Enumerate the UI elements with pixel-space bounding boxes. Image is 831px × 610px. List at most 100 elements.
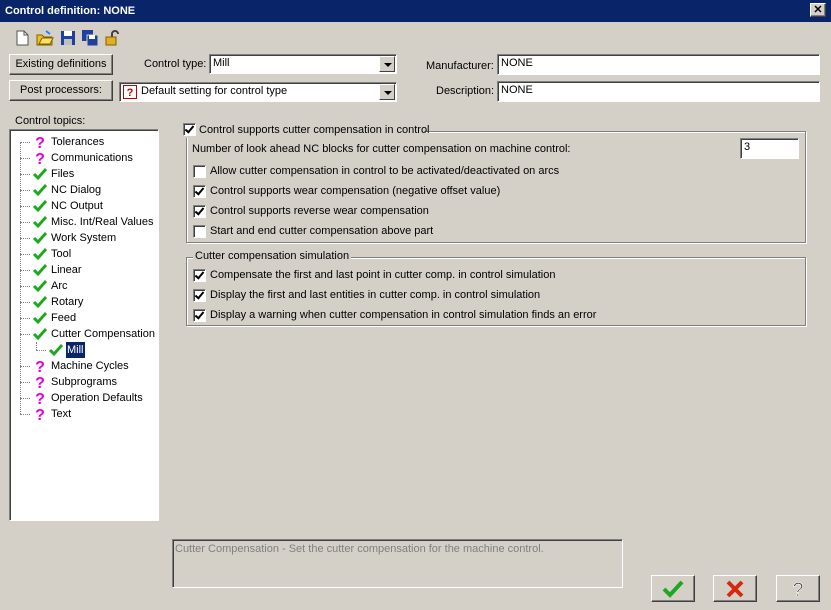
control-type-label: Control type: xyxy=(144,58,207,70)
cancel-button[interactable] xyxy=(713,575,757,602)
lookahead-input[interactable]: 3 xyxy=(740,138,799,159)
option-checkbox[interactable] xyxy=(193,309,206,322)
tree-item-label: NC Output xyxy=(51,200,103,212)
tree-item-label: Cutter Compensation xyxy=(51,328,155,340)
option-checkbox[interactable] xyxy=(193,269,206,282)
check-icon xyxy=(32,326,48,342)
check-icon xyxy=(32,278,48,294)
checkbox-row[interactable]: Control supports wear compensation (nega… xyxy=(192,184,782,200)
simulation-options: Compensate the first and last point in c… xyxy=(192,268,792,328)
svg-text:?: ? xyxy=(35,407,45,422)
option-label: Start and end cutter compensation above … xyxy=(210,225,434,237)
question-icon: ? xyxy=(32,134,48,152)
tree-item-label: Subprograms xyxy=(51,376,118,388)
tree-item-label: Misc. Int/Real Values xyxy=(51,216,154,228)
supports-cutter-comp-checkbox-mark[interactable] xyxy=(183,123,196,136)
checkbox-row[interactable]: Display the first and last entities in c… xyxy=(192,288,782,304)
ok-button[interactable] xyxy=(651,575,695,602)
tree-item-label: Rotary xyxy=(51,296,84,308)
help-button[interactable]: ? xyxy=(776,575,820,602)
tree-item-label: Mill xyxy=(66,342,85,358)
check-icon xyxy=(32,230,48,246)
question-icon: ? xyxy=(32,358,48,376)
option-label: Allow cutter compensation in control to … xyxy=(210,165,560,177)
option-checkbox[interactable] xyxy=(193,205,206,218)
checkbox-row[interactable]: Allow cutter compensation in control to … xyxy=(192,164,782,180)
simulation-legend: Cutter compensation simulation xyxy=(193,250,352,262)
tree-item-label: Tolerances xyxy=(51,136,105,148)
new-file-icon[interactable] xyxy=(12,28,32,48)
check-icon xyxy=(32,182,48,198)
control-topics-tree[interactable]: ? Tolerances? Communications Files NC Dialog… xyxy=(9,129,159,521)
svg-text:?: ? xyxy=(35,359,45,374)
tree-item-label: Files xyxy=(51,168,75,180)
question-icon: ? xyxy=(32,150,48,168)
tree-item-label: Arc xyxy=(51,280,68,292)
check-icon xyxy=(32,310,48,326)
close-icon: ✕ xyxy=(813,4,823,16)
existing-definitions-label: Existing definitions xyxy=(15,58,107,70)
check-icon xyxy=(32,294,48,310)
svg-text:?: ? xyxy=(35,151,45,166)
x-icon xyxy=(726,580,744,598)
svg-text:?: ? xyxy=(35,375,45,390)
close-button[interactable]: ✕ xyxy=(810,3,826,17)
tree-item-label: Feed xyxy=(51,312,77,324)
control-topics-label: Control topics: xyxy=(15,115,86,127)
check-icon xyxy=(32,246,48,262)
lookahead-value: 3 xyxy=(744,141,751,153)
svg-text:?: ? xyxy=(35,135,45,150)
help-icon: ? xyxy=(792,580,804,602)
chevron-down-icon[interactable] xyxy=(379,84,395,100)
existing-definitions-button[interactable]: Existing definitions xyxy=(9,54,113,75)
checkbox-row[interactable]: Control supports reverse wear compensati… xyxy=(192,204,782,220)
svg-text:?: ? xyxy=(35,391,45,406)
description-input[interactable]: NONE xyxy=(497,81,820,102)
unlock-icon[interactable] xyxy=(103,28,123,48)
save-icon[interactable] xyxy=(58,28,78,48)
manufacturer-value: NONE xyxy=(501,57,533,69)
status-text: Cutter Compensation - Set the cutter com… xyxy=(175,543,544,555)
control-type-select[interactable]: Mill xyxy=(209,54,397,74)
description-value: NONE xyxy=(501,84,533,96)
checkbox-row[interactable]: Display a warning when cutter compensati… xyxy=(192,308,782,324)
checkmark-icon xyxy=(662,580,684,598)
tree-item-label: Text xyxy=(51,408,72,420)
checkbox-row[interactable]: Compensate the first and last point in c… xyxy=(192,268,782,284)
chevron-down-icon[interactable] xyxy=(379,56,395,72)
post-processors-label: Post processors: xyxy=(20,84,102,96)
option-checkbox[interactable] xyxy=(193,225,206,238)
window-title: Control definition: NONE xyxy=(5,5,136,17)
post-processors-button[interactable]: Post processors: xyxy=(9,80,113,101)
check-icon xyxy=(48,342,64,358)
manufacturer-input[interactable]: NONE xyxy=(497,54,820,75)
question-icon: ? xyxy=(32,374,48,392)
option-checkbox[interactable] xyxy=(193,289,206,302)
option-label: Display the first and last entities in c… xyxy=(210,289,541,301)
option-label: Control supports wear compensation (nega… xyxy=(210,185,501,197)
question-icon: ? xyxy=(32,390,48,408)
tree-items: ? Tolerances? Communications Files NC Dialog… xyxy=(10,130,158,520)
post-processor-value: Default setting for control type xyxy=(141,85,288,97)
svg-text:?: ? xyxy=(793,580,804,600)
tree-item-label: Tool xyxy=(51,248,72,260)
question-icon: ? xyxy=(32,406,48,424)
check-icon xyxy=(32,198,48,214)
post-processor-select[interactable]: ? Default setting for control type xyxy=(119,82,397,102)
option-label: Display a warning when cutter compensati… xyxy=(210,309,597,321)
open-folder-icon[interactable] xyxy=(35,28,55,48)
tree-item-label: Machine Cycles xyxy=(51,360,129,372)
title-bar: Control definition: NONE xyxy=(0,0,831,22)
supports-cutter-comp-text: Control supports cutter compensation in … xyxy=(199,124,430,136)
option-checkbox[interactable] xyxy=(193,165,206,178)
option-label: Control supports reverse wear compensati… xyxy=(210,205,429,217)
tree-item-label: NC Dialog xyxy=(51,184,102,196)
check-icon xyxy=(32,166,48,182)
checkbox-row[interactable]: Start and end cutter compensation above … xyxy=(192,224,782,240)
check-icon xyxy=(32,214,48,230)
tree-item-label: Work System xyxy=(51,232,117,244)
save-as-icon[interactable] xyxy=(80,28,100,48)
manufacturer-label: Manufacturer: xyxy=(426,60,494,72)
option-checkbox[interactable] xyxy=(193,185,206,198)
tree-item-label: Operation Defaults xyxy=(51,392,143,404)
